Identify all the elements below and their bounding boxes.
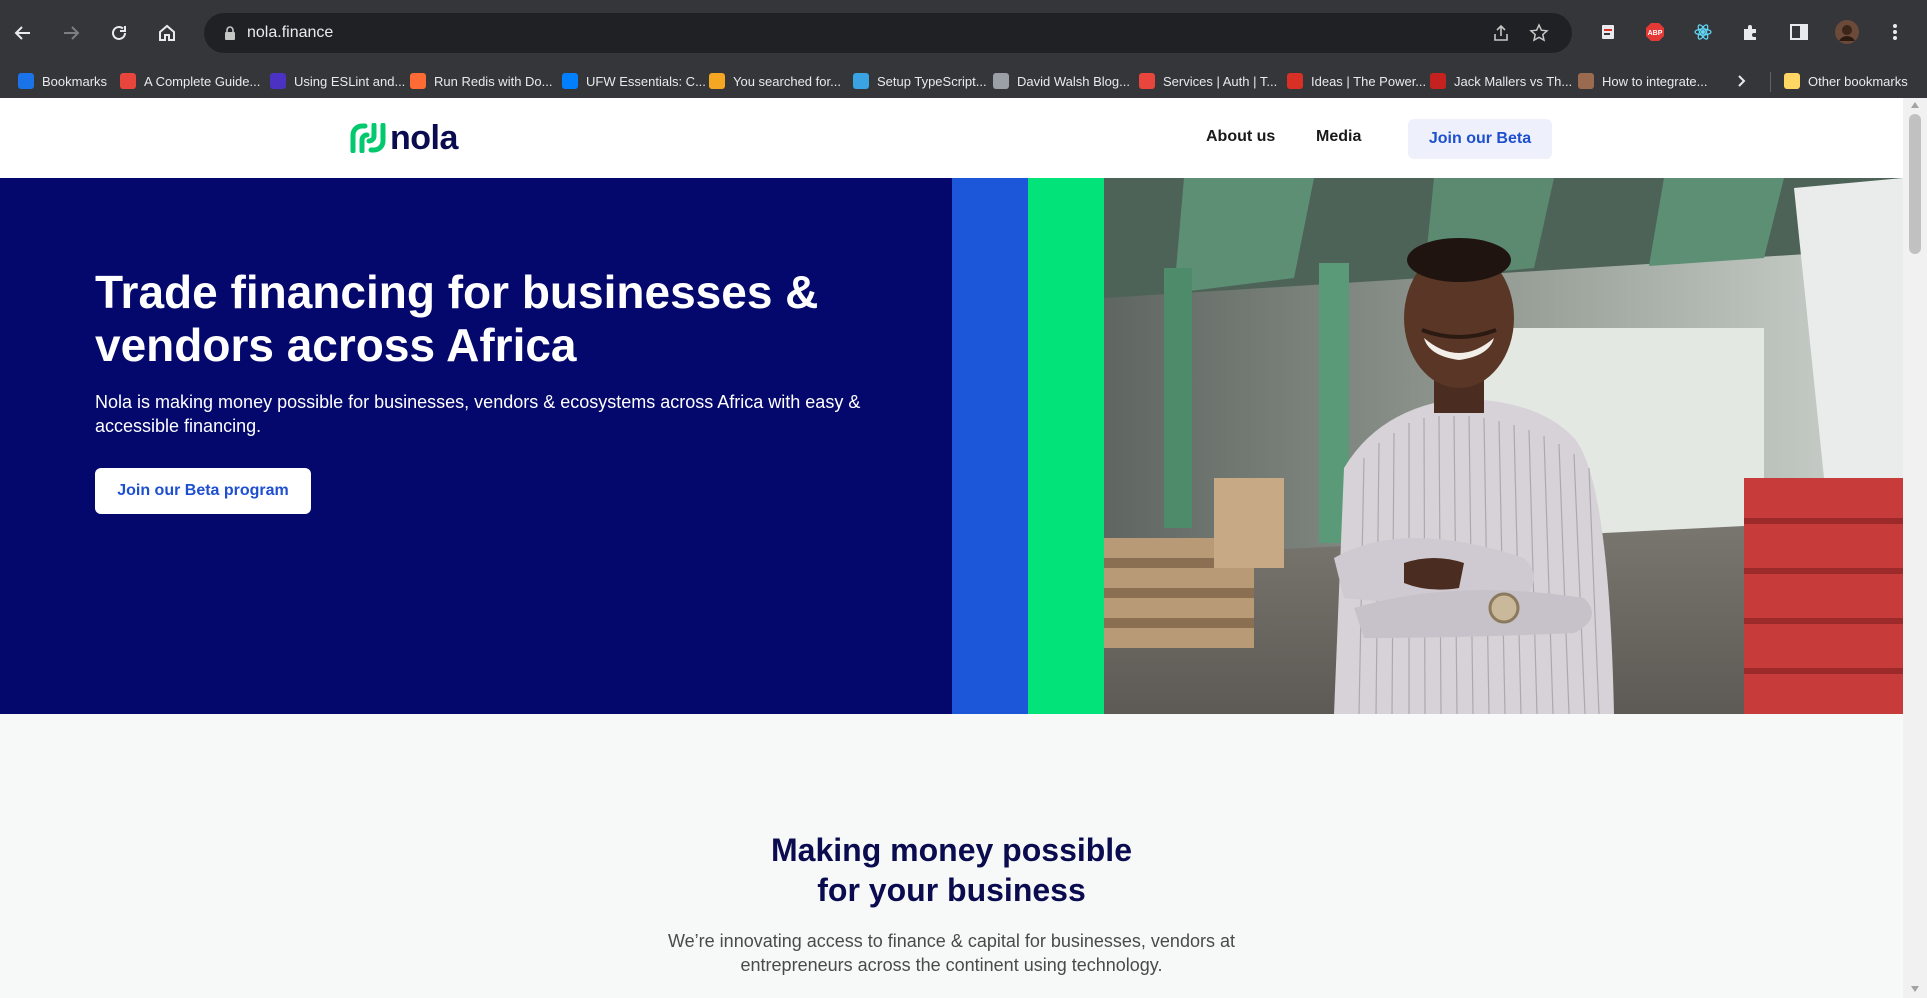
section-subtitle: We’re innovating access to finance & cap… bbox=[0, 929, 1903, 977]
bookmark-item[interactable]: Setup TypeScript... bbox=[853, 71, 987, 91]
scroll-up-arrow-icon[interactable] bbox=[1911, 102, 1919, 108]
extension-doc-icon[interactable] bbox=[1596, 20, 1620, 44]
logo-wordmark: nola bbox=[390, 118, 458, 157]
bookmark-item[interactable]: How to integrate... bbox=[1578, 71, 1708, 91]
side-panel-icon[interactable] bbox=[1787, 20, 1811, 44]
webpage: nola About us Media Join our Beta Trade … bbox=[0, 98, 1903, 998]
bookmark-label: How to integrate... bbox=[1602, 73, 1708, 89]
bookmark-item[interactable]: Run Redis with Do... bbox=[410, 71, 553, 91]
section-title-line-1: Making money possible bbox=[771, 832, 1132, 868]
home-icon[interactable] bbox=[151, 17, 183, 49]
favicon-icon bbox=[562, 73, 578, 89]
hero-subtitle: Nola is making money possible for busine… bbox=[95, 392, 861, 436]
star-icon bbox=[18, 73, 34, 89]
bookmark-item[interactable]: Bookmarks bbox=[18, 71, 107, 91]
hero-green-stripe bbox=[1028, 178, 1104, 714]
bookmarks-divider bbox=[1770, 72, 1771, 92]
favicon-icon bbox=[270, 73, 286, 89]
browser-toolbar: nola.finance ABP bbox=[0, 0, 1927, 64]
bookmark-label: Ideas | The Power... bbox=[1311, 73, 1427, 89]
hero-panel bbox=[0, 178, 952, 714]
bookmark-item[interactable]: Services | Auth | T... bbox=[1139, 71, 1277, 91]
favicon-icon bbox=[853, 73, 869, 89]
bookmark-label: Jack Mallers vs Th... bbox=[1454, 73, 1573, 89]
bookmark-label: UFW Essentials: C... bbox=[586, 73, 706, 89]
section-title: Making money possible for your business bbox=[0, 830, 1903, 910]
nola-logo-mark-icon bbox=[350, 123, 386, 153]
section-subtitle-line-2: entrepreneurs across the continent using… bbox=[740, 955, 1163, 975]
section-title-line-2: for your business bbox=[817, 872, 1086, 908]
bookmark-label: Bookmarks bbox=[42, 73, 108, 89]
bookmark-label: David Walsh Blog... bbox=[1017, 73, 1130, 89]
svg-text:ABP: ABP bbox=[1648, 30, 1663, 37]
favicon-icon bbox=[993, 73, 1009, 89]
favicon-icon bbox=[1287, 73, 1303, 89]
bookmark-item[interactable]: Ideas | The Power... bbox=[1287, 71, 1426, 91]
bookmark-label: A Complete Guide... bbox=[144, 73, 261, 89]
nola-logo[interactable]: nola bbox=[350, 118, 458, 157]
favicon-icon bbox=[1430, 73, 1446, 89]
hero-title: Trade financing for businesses & vendors… bbox=[95, 266, 819, 371]
adblock-icon[interactable]: ABP bbox=[1643, 20, 1667, 44]
favicon-icon bbox=[709, 73, 725, 89]
bookmark-star-icon[interactable] bbox=[1529, 23, 1549, 43]
nav-media[interactable]: Media bbox=[1316, 128, 1361, 146]
url-text[interactable]: nola.finance bbox=[247, 24, 333, 42]
forward-icon[interactable] bbox=[55, 17, 87, 49]
lock-icon bbox=[225, 26, 235, 40]
bookmark-item[interactable]: Using ESLint and... bbox=[270, 71, 405, 91]
hero-blue-stripe bbox=[952, 178, 1028, 714]
bookmark-label: Using ESLint and... bbox=[294, 73, 406, 89]
reload-icon[interactable] bbox=[103, 17, 135, 49]
site-header: nola About us Media Join our Beta bbox=[0, 98, 1903, 178]
other-bookmarks[interactable]: Other bookmarks bbox=[1784, 71, 1908, 91]
extensions-puzzle-icon[interactable] bbox=[1739, 20, 1763, 44]
react-devtools-icon[interactable] bbox=[1691, 20, 1715, 44]
hero-section: Trade financing for businesses & vendors… bbox=[0, 178, 1903, 714]
bookmark-label: Setup TypeScript... bbox=[877, 73, 987, 89]
join-beta-program-button[interactable]: Join our Beta program bbox=[95, 468, 311, 514]
other-bookmarks-label: Other bookmarks bbox=[1808, 73, 1908, 89]
address-bar[interactable]: nola.finance bbox=[204, 13, 1572, 53]
folder-icon bbox=[1784, 73, 1800, 89]
favicon-icon bbox=[1139, 73, 1155, 89]
bookmark-item[interactable]: UFW Essentials: C... bbox=[562, 71, 706, 91]
bookmark-label: You searched for... bbox=[733, 73, 841, 89]
bookmark-label: Run Redis with Do... bbox=[434, 73, 553, 89]
favicon-icon bbox=[410, 73, 426, 89]
bookmark-item[interactable]: David Walsh Blog... bbox=[993, 71, 1130, 91]
section-subtitle-line-1: We’re innovating access to finance & cap… bbox=[668, 931, 1235, 951]
nav-about-us[interactable]: About us bbox=[1206, 128, 1275, 146]
favicon-icon bbox=[120, 73, 136, 89]
back-icon[interactable] bbox=[7, 17, 39, 49]
bookmark-item[interactable]: Jack Mallers vs Th... bbox=[1430, 71, 1572, 91]
bookmarks-overflow-chevron-icon[interactable] bbox=[1735, 71, 1749, 91]
browser-chrome: nola.finance ABP Bookmarks A Complete Gu… bbox=[0, 0, 1927, 98]
page-scrollbar[interactable] bbox=[1903, 98, 1927, 998]
profile-avatar[interactable] bbox=[1835, 20, 1859, 44]
share-icon[interactable] bbox=[1491, 23, 1511, 43]
bookmark-item[interactable]: A Complete Guide... bbox=[120, 71, 260, 91]
join-beta-button[interactable]: Join our Beta bbox=[1408, 119, 1552, 159]
bookmark-item[interactable]: You searched for... bbox=[709, 71, 841, 91]
bookmark-label: Services | Auth | T... bbox=[1163, 73, 1278, 89]
browser-menu-icon[interactable] bbox=[1883, 20, 1907, 44]
scroll-down-arrow-icon[interactable] bbox=[1911, 986, 1919, 992]
scrollbar-thumb[interactable] bbox=[1909, 114, 1921, 254]
hero-photo bbox=[1104, 178, 1903, 714]
favicon-icon bbox=[1578, 73, 1594, 89]
